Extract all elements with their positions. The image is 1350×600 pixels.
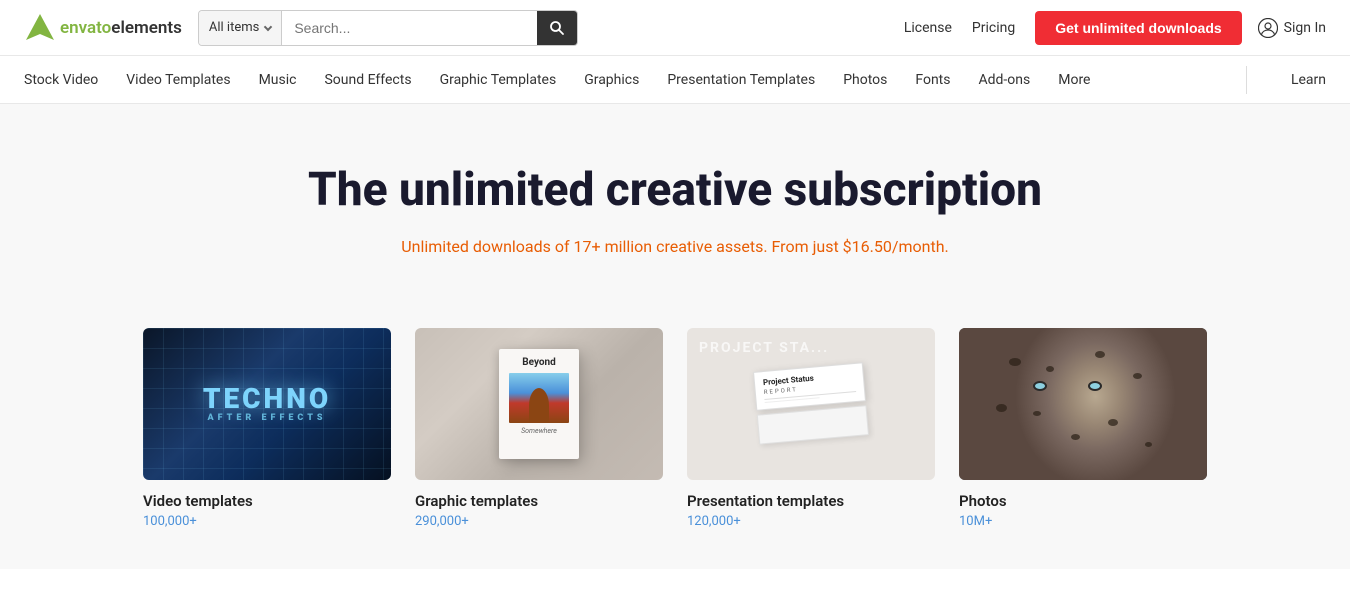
techno-text: TECHNO AFTER EFFECTS: [203, 384, 331, 425]
nav-photos[interactable]: Photos: [843, 56, 887, 104]
user-icon: [1258, 18, 1278, 38]
card-presentation-image: Project Sta... Project Status REPORT: [687, 328, 935, 480]
project-status-label: Project Sta...: [699, 340, 829, 356]
search-dropdown-label: All items: [209, 20, 259, 35]
nav-graphics[interactable]: Graphics: [584, 56, 639, 104]
logo[interactable]: envatoelements: [24, 12, 182, 44]
sign-in-label: Sign In: [1284, 20, 1326, 36]
nav-stock-video[interactable]: Stock Video: [24, 56, 98, 104]
card-graphic-count: 290,000+: [415, 514, 663, 529]
search-bar: All items: [198, 10, 578, 46]
card-photos-label: Photos: [959, 492, 1207, 510]
nav-more[interactable]: More: [1058, 56, 1090, 104]
main-nav: Stock Video Video Templates Music Sound …: [0, 56, 1350, 104]
logo-text: envatoelements: [60, 18, 182, 38]
get-unlimited-downloads-button[interactable]: Get unlimited downloads: [1035, 11, 1241, 45]
card-presentation-templates[interactable]: Project Sta... Project Status REPORT Pre…: [687, 328, 935, 529]
search-icon: [549, 20, 565, 36]
card-video-label: Video templates: [143, 492, 391, 510]
cards-section: TECHNO AFTER EFFECTS Video templates 100…: [0, 296, 1350, 569]
top-nav-links: License Pricing: [904, 20, 1015, 36]
hero-subtitle: Unlimited downloads of 17+ million creat…: [24, 237, 1326, 256]
card-graphic-templates[interactable]: Beyond Somewhere Graphic templates 290,0…: [415, 328, 663, 529]
nav-add-ons[interactable]: Add-ons: [979, 56, 1031, 104]
book-visual: Beyond Somewhere: [499, 349, 579, 459]
card-photos-image: [959, 328, 1207, 480]
presentation-visual: Project Status REPORT: [753, 363, 869, 445]
sign-in-link[interactable]: Sign In: [1258, 18, 1326, 38]
nav-learn[interactable]: Learn: [1291, 56, 1326, 104]
search-button[interactable]: [537, 11, 577, 45]
nav-graphic-templates[interactable]: Graphic Templates: [440, 56, 557, 104]
envato-logo-icon: [24, 12, 56, 44]
pricing-link[interactable]: Pricing: [972, 20, 1015, 36]
leopard-eye-right: [1088, 381, 1102, 391]
nav-divider: [1246, 66, 1247, 94]
card-graphic-label: Graphic templates: [415, 492, 663, 510]
card-photos[interactable]: Photos 10M+: [959, 328, 1207, 529]
license-link[interactable]: License: [904, 20, 952, 36]
card-photos-count: 10M+: [959, 514, 1207, 529]
nav-fonts[interactable]: Fonts: [915, 56, 950, 104]
card-video-templates[interactable]: TECHNO AFTER EFFECTS Video templates 100…: [143, 328, 391, 529]
top-bar: envatoelements All items License Pricing…: [0, 0, 1350, 56]
card-video-image: TECHNO AFTER EFFECTS: [143, 328, 391, 480]
nav-presentation-templates[interactable]: Presentation Templates: [667, 56, 815, 104]
card-presentation-count: 120,000+: [687, 514, 935, 529]
chevron-down-icon: [264, 22, 272, 30]
card-presentation-label: Presentation templates: [687, 492, 935, 510]
card-video-count: 100,000+: [143, 514, 391, 529]
card-graphic-image: Beyond Somewhere: [415, 328, 663, 480]
search-input[interactable]: [282, 20, 537, 36]
nav-video-templates[interactable]: Video Templates: [126, 56, 230, 104]
nav-music[interactable]: Music: [259, 56, 297, 104]
hero-title: The unlimited creative subscription: [24, 164, 1326, 217]
search-dropdown[interactable]: All items: [199, 11, 282, 45]
hero-section: The unlimited creative subscription Unli…: [0, 104, 1350, 296]
leopard-visual: [959, 328, 1207, 480]
nav-sound-effects[interactable]: Sound Effects: [324, 56, 411, 104]
